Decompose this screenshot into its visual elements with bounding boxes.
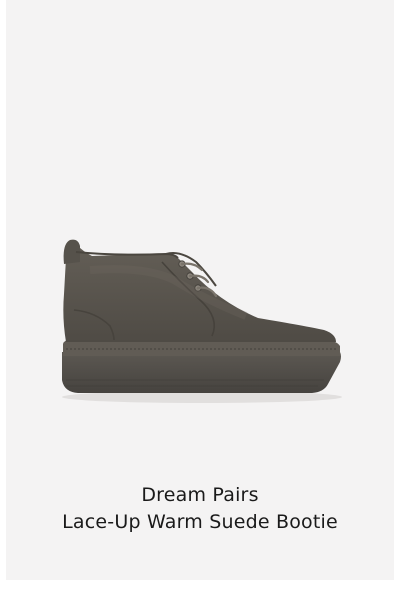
boot-welt (63, 340, 340, 356)
product-title[interactable]: Lace-Up Warm Suede Bootie (0, 511, 400, 533)
boot-outsole (62, 352, 341, 393)
product-brand[interactable]: Dream Pairs (0, 484, 400, 506)
product-card[interactable]: Dream Pairs Lace-Up Warm Suede Bootie (0, 0, 400, 607)
